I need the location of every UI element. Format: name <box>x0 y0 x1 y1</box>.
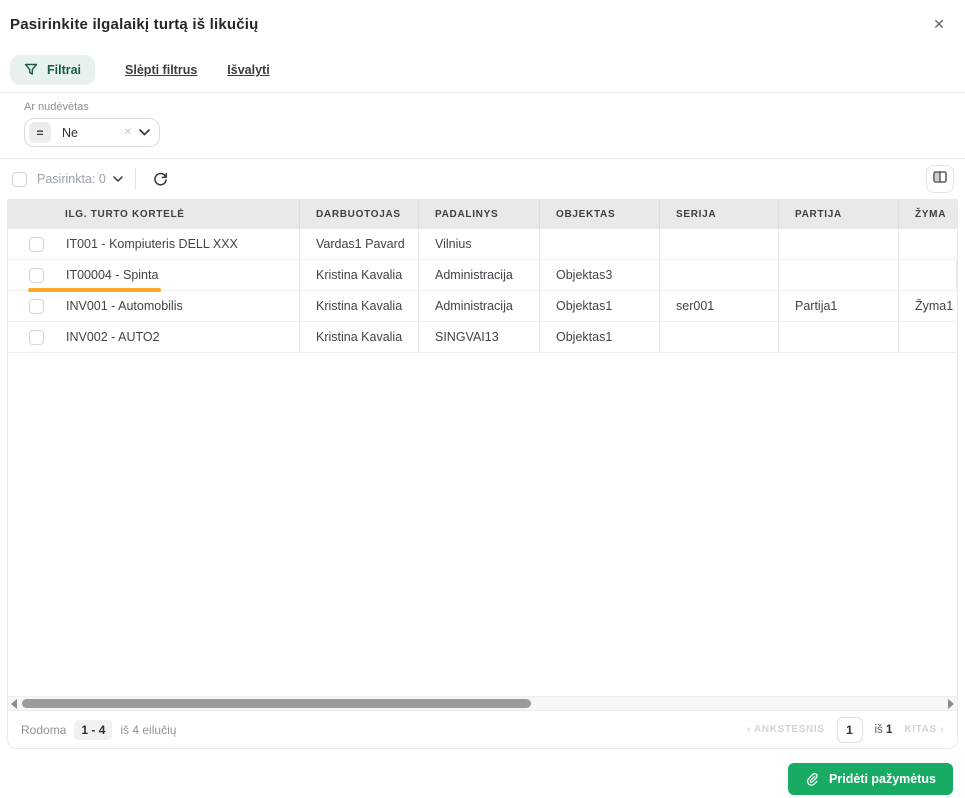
scroll-right-icon[interactable] <box>945 697 957 711</box>
grid-toolbar: Pasirinkta: 0 <box>0 159 965 199</box>
column-header-department[interactable]: PADALINYS <box>419 200 540 229</box>
highlight-underline <box>28 288 161 292</box>
chevron-down-icon[interactable] <box>139 129 150 136</box>
horizontal-scrollbar[interactable] <box>8 696 957 710</box>
filter-bar: Filtrai Slėpti filtrus Išvalyti <box>0 48 965 92</box>
department-cell: SINGVAI13 <box>419 322 540 352</box>
table-row[interactable]: IT001 - Kompiuteris DELL XXX Vardas1 Pav… <box>8 229 957 260</box>
next-page-button[interactable]: KITAS › <box>904 724 944 735</box>
clear-x-icon[interactable] <box>124 127 132 138</box>
series-cell: ser001 <box>660 291 779 321</box>
asset-card-label: IT001 - Kompiuteris DELL XXX <box>66 237 238 251</box>
series-cell <box>660 229 779 259</box>
total-pages-label: iš 1 <box>875 724 893 736</box>
department-cell: Vilnius <box>419 229 540 259</box>
filter-value-dropdown[interactable]: = Ne <box>24 118 160 147</box>
table-row[interactable]: INV001 - Automobilis Kristina Kavalia Ad… <box>8 291 957 322</box>
filters-button-label: Filtrai <box>47 63 81 77</box>
table-row[interactable]: IT00004 - Spinta Kristina Kavalia Admini… <box>8 260 957 291</box>
table-header-row: ILG. TURTO KORTELĖ DARBUOTOJAS PADALINYS… <box>8 200 957 229</box>
assets-table: ILG. TURTO KORTELĖ DARBUOTOJAS PADALINYS… <box>7 199 958 749</box>
showing-label: Rodoma <box>21 723 66 737</box>
equals-operator-icon[interactable]: = <box>29 122 51 143</box>
column-header-object[interactable]: OBJEKTAS <box>540 200 660 229</box>
department-cell: Administracija <box>419 291 540 321</box>
column-header-series[interactable]: SERIJA <box>660 200 779 229</box>
row-checkbox[interactable] <box>29 299 44 314</box>
department-cell: Administracija <box>419 260 540 290</box>
series-cell <box>660 260 779 290</box>
object-cell: Objektas3 <box>540 260 660 290</box>
page-title: Pasirinkite ilgalaikį turtą iš likučių <box>10 16 259 33</box>
filter-value: Ne <box>62 126 124 140</box>
add-selected-button[interactable]: Pridėti pažymėtus <box>788 763 953 795</box>
batch-cell <box>779 229 899 259</box>
select-all-checkbox[interactable] <box>12 172 27 187</box>
object-cell <box>540 229 660 259</box>
row-checkbox[interactable] <box>29 330 44 345</box>
rows-range-badge: 1 - 4 <box>74 720 112 740</box>
paperclip-icon <box>805 772 819 786</box>
tag-cell <box>899 260 957 290</box>
employee-cell: Vardas1 Pavard <box>300 229 419 259</box>
scroll-left-icon[interactable] <box>8 697 20 711</box>
table-row[interactable]: INV002 - AUTO2 Kristina Kavalia SINGVAI1… <box>8 322 957 353</box>
column-header-employee[interactable]: DARBUOTOJAS <box>300 200 419 229</box>
divider <box>135 168 136 190</box>
row-checkbox[interactable] <box>29 268 44 283</box>
column-header-card[interactable]: ILG. TURTO KORTELĖ <box>8 200 300 229</box>
object-cell: Objektas1 <box>540 291 660 321</box>
batch-cell: Partija1 <box>779 291 899 321</box>
batch-cell <box>779 260 899 290</box>
column-header-tag[interactable]: ŽYMA <box>899 200 957 229</box>
modal-actions: Pridėti pažymėtus <box>0 749 965 795</box>
scrollbar-thumb[interactable] <box>22 699 531 708</box>
asset-card-label: INV001 - Automobilis <box>66 299 183 313</box>
asset-card-label: INV002 - AUTO2 <box>66 330 160 344</box>
object-cell: Objektas1 <box>540 322 660 352</box>
asset-card-label: IT00004 - Spinta <box>66 268 158 282</box>
columns-icon <box>933 170 947 188</box>
total-rows-label: iš 4 eilučių <box>120 723 176 737</box>
employee-cell: Kristina Kavalia <box>300 322 419 352</box>
tag-cell: Žyma1 <box>899 291 957 321</box>
table-empty-area <box>8 353 957 696</box>
employee-cell: Kristina Kavalia <box>300 291 419 321</box>
series-cell <box>660 322 779 352</box>
filters-button[interactable]: Filtrai <box>10 55 95 85</box>
tag-cell <box>899 322 957 352</box>
hide-filters-link[interactable]: Slėpti filtrus <box>125 63 197 77</box>
table-footer: Rodoma 1 - 4 iš 4 eilučių ‹ ANKSTESNIS 1… <box>8 710 957 748</box>
scrollbar-track[interactable] <box>20 697 945 711</box>
selected-count-label[interactable]: Pasirinkta: 0 <box>37 172 106 186</box>
tag-cell <box>899 229 957 259</box>
column-header-batch[interactable]: PARTIJA <box>779 200 899 229</box>
employee-cell: Kristina Kavalia <box>300 260 419 290</box>
filter-funnel-icon <box>24 63 38 77</box>
filter-panel: Ar nudėvėtas = Ne <box>0 93 965 158</box>
refresh-icon[interactable] <box>150 168 172 190</box>
modal-header: Pasirinkite ilgalaikį turtą iš likučių <box>0 0 965 48</box>
previous-page-button[interactable]: ‹ ANKSTESNIS <box>747 724 824 735</box>
column-settings-button[interactable] <box>926 165 954 193</box>
filter-field-label: Ar nudėvėtas <box>24 101 941 113</box>
add-selected-label: Pridėti pažymėtus <box>829 772 936 786</box>
clear-filters-link[interactable]: Išvalyti <box>227 63 269 77</box>
current-page-input[interactable]: 1 <box>837 717 863 743</box>
row-checkbox[interactable] <box>29 237 44 252</box>
batch-cell <box>779 322 899 352</box>
close-icon[interactable] <box>929 14 949 34</box>
chevron-down-icon[interactable] <box>113 176 123 182</box>
